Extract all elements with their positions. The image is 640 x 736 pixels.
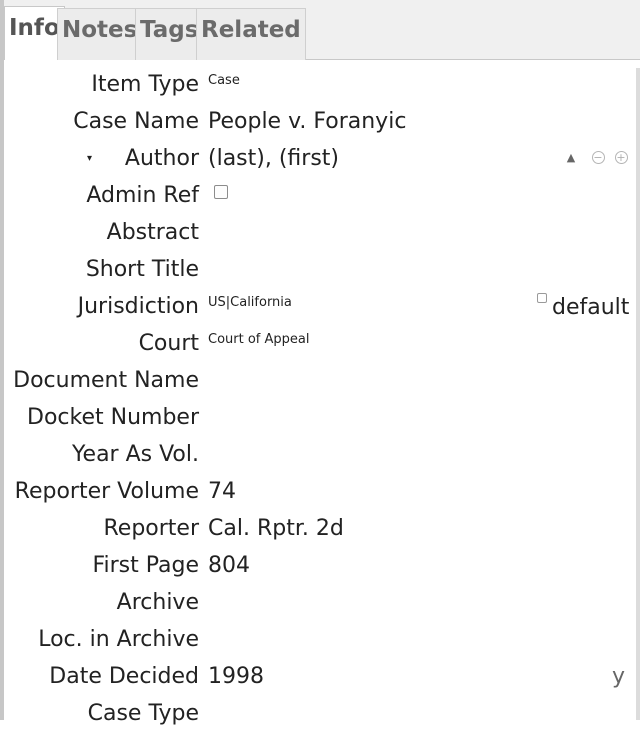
- case-type-label: Case Type: [87, 701, 199, 726]
- person-icon[interactable]: ▲: [564, 150, 578, 164]
- reporter-field[interactable]: Cal. Rptr. 2d: [208, 514, 344, 544]
- date-mode-indicator: y: [612, 664, 626, 689]
- plus-circle-icon[interactable]: +: [614, 150, 628, 164]
- first-page-field[interactable]: 804: [208, 551, 250, 581]
- date-decided-label: Date Decided: [49, 664, 199, 689]
- short-title-label: Short Title: [85, 257, 199, 282]
- jurisdiction-default-checkbox[interactable]: [537, 293, 547, 303]
- field-row-reporter-volume: Reporter Volume 74: [4, 477, 636, 514]
- add-creator-button[interactable]: +: [614, 150, 628, 164]
- field-row-author: ▾ Author (last), (first) ▲ − +: [4, 144, 636, 181]
- court-field[interactable]: Court of Appeal: [208, 331, 309, 349]
- remove-creator-button[interactable]: −: [591, 150, 605, 164]
- court-label: Court: [138, 331, 199, 356]
- jurisdiction-default-label: default: [552, 295, 630, 320]
- archive-label: Archive: [116, 590, 199, 615]
- field-row-document-name: Document Name: [4, 366, 636, 403]
- item-type-label: Item Type: [91, 72, 199, 97]
- info-panel: Item Type Case Case Name People v. Foran…: [4, 60, 636, 726]
- docket-number-label: Docket Number: [27, 405, 199, 430]
- minus-circle-icon[interactable]: −: [591, 150, 605, 164]
- field-row-case-name: Case Name People v. Foranyic: [4, 107, 636, 144]
- date-decided-field[interactable]: 1998: [208, 662, 264, 692]
- field-row-reporter: Reporter Cal. Rptr. 2d: [4, 514, 636, 551]
- tab-tags[interactable]: Tags: [135, 8, 204, 60]
- field-row-docket-number: Docket Number: [4, 403, 636, 440]
- author-label[interactable]: Author: [4, 144, 199, 174]
- tab-notes[interactable]: Notes: [57, 8, 143, 60]
- field-row-year-as-vol: Year As Vol.: [4, 440, 636, 477]
- field-row-abstract: Abstract: [4, 218, 636, 255]
- reporter-volume-label: Reporter Volume: [14, 479, 199, 504]
- abstract-label: Abstract: [106, 220, 199, 245]
- admin-ref-label: Admin Ref: [86, 183, 199, 208]
- reporter-volume-field[interactable]: 74: [208, 477, 236, 507]
- field-row-case-type: Case Type: [4, 699, 636, 736]
- first-page-label: First Page: [92, 553, 199, 578]
- field-row-item-type: Item Type Case: [4, 70, 636, 107]
- author-field[interactable]: (last), (first): [208, 144, 339, 174]
- field-row-jurisdiction: Jurisdiction US|California default: [4, 292, 636, 329]
- admin-ref-checkbox[interactable]: [214, 185, 228, 199]
- case-name-label: Case Name: [73, 109, 199, 134]
- field-row-first-page: First Page 804: [4, 551, 636, 588]
- tab-bar: Info Notes Tags Related: [4, 0, 640, 61]
- field-row-court: Court Court of Appeal: [4, 329, 636, 366]
- scrollbar[interactable]: [636, 68, 640, 720]
- reporter-label: Reporter: [103, 516, 199, 541]
- item-type-value[interactable]: Case: [208, 72, 240, 90]
- jurisdiction-label: Jurisdiction: [77, 294, 199, 319]
- year-as-vol-label: Year As Vol.: [72, 442, 199, 467]
- field-row-admin-ref: Admin Ref: [4, 181, 636, 218]
- field-row-archive: Archive: [4, 588, 636, 625]
- field-row-short-title: Short Title: [4, 255, 636, 292]
- field-row-date-decided: Date Decided 1998 y: [4, 662, 636, 699]
- tab-info[interactable]: Info: [4, 6, 65, 61]
- tab-related[interactable]: Related: [196, 8, 306, 60]
- document-name-label: Document Name: [13, 368, 199, 393]
- jurisdiction-field[interactable]: US|California: [208, 294, 292, 312]
- case-name-field[interactable]: People v. Foranyic: [208, 107, 406, 137]
- loc-in-archive-label: Loc. in Archive: [38, 627, 199, 652]
- field-row-loc-in-archive: Loc. in Archive: [4, 625, 636, 662]
